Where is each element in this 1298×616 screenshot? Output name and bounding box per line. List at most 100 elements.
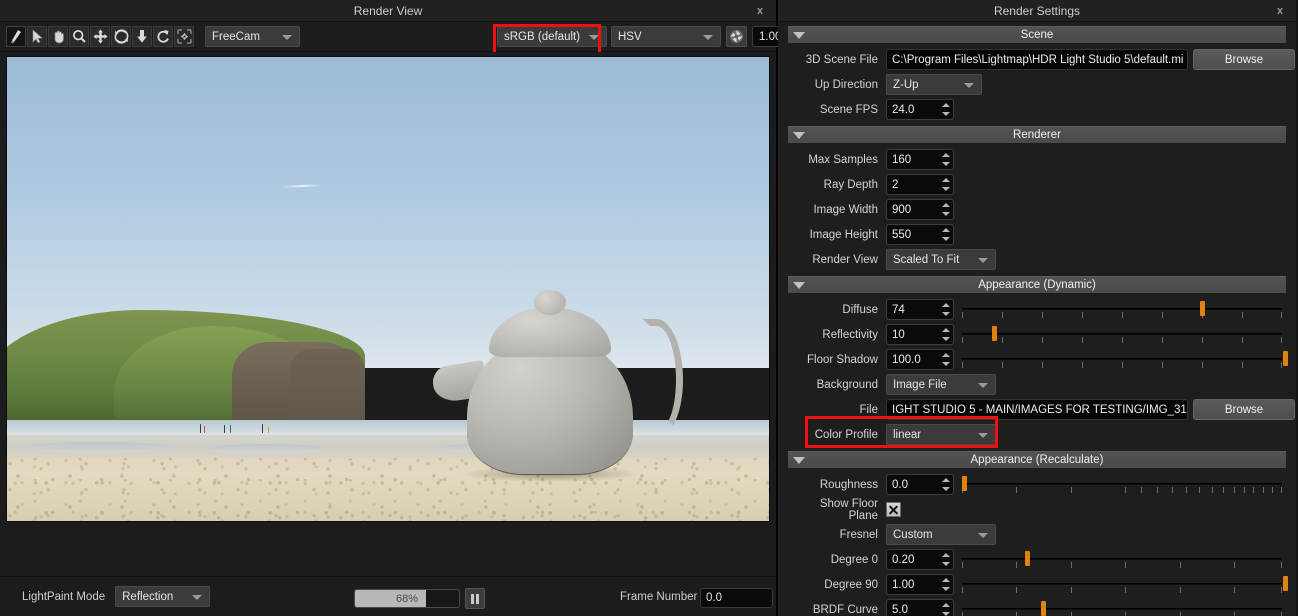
lightpaint-mode-select[interactable]: Reflection	[115, 586, 211, 607]
up-direction-select[interactable]: Z-Up	[886, 74, 982, 95]
section-header-scene[interactable]: Scene	[788, 26, 1286, 43]
floor-shadow-input[interactable]: 100.0	[886, 349, 954, 370]
spinner-down-icon[interactable]	[941, 237, 950, 241]
fit-to-view-tool-button[interactable]	[174, 26, 194, 47]
brush-tool-button[interactable]	[6, 26, 26, 47]
spinner-up-icon[interactable]	[941, 553, 950, 557]
spinner-down-icon[interactable]	[941, 312, 950, 316]
aperture-button[interactable]	[726, 26, 747, 47]
row-image-height: Image Height 550	[788, 222, 1286, 247]
brdf-curve-spinners[interactable]	[940, 601, 951, 616]
slider-thumb[interactable]	[962, 476, 967, 491]
pause-render-button[interactable]	[465, 588, 485, 609]
select-arrow-tool-button[interactable]	[27, 26, 47, 47]
scene-fps-spinners[interactable]	[940, 101, 951, 118]
slider-thumb[interactable]	[1282, 576, 1288, 591]
spinner-down-icon[interactable]	[941, 187, 950, 191]
collapse-triangle-icon[interactable]	[793, 457, 805, 464]
slider-thumb[interactable]	[1200, 301, 1206, 316]
browse-background-file-button[interactable]: Browse	[1193, 399, 1295, 420]
spinner-down-icon[interactable]	[941, 562, 950, 566]
collapse-triangle-icon[interactable]	[793, 282, 805, 289]
spinner-up-icon[interactable]	[941, 578, 950, 582]
reflectivity-slider[interactable]	[962, 324, 1286, 345]
spinner-down-icon[interactable]	[941, 212, 950, 216]
spinner-up-icon[interactable]	[941, 178, 950, 182]
background-select[interactable]: Image File	[886, 374, 996, 395]
section-header-appearance-dynamic[interactable]: Appearance (Dynamic)	[788, 276, 1286, 293]
diffuse-slider[interactable]	[962, 299, 1286, 320]
color-profile-select[interactable]: linear	[886, 424, 996, 445]
spinner-up-icon[interactable]	[941, 228, 950, 232]
render-view-close-button[interactable]: x	[752, 0, 768, 22]
degree-90-slider[interactable]	[962, 574, 1288, 595]
spinner-up-icon[interactable]	[941, 328, 950, 332]
degree-0-slider[interactable]	[962, 549, 1286, 570]
roughness-input[interactable]: 0.0	[886, 474, 954, 495]
slider-thumb[interactable]	[1025, 551, 1031, 566]
spinner-down-icon[interactable]	[941, 112, 950, 116]
color-space-select[interactable]: sRGB (default)	[497, 26, 607, 47]
diffuse-spinners[interactable]	[940, 301, 951, 318]
background-file-input[interactable]: IGHT STUDIO 5 - MAIN/IMAGES FOR TESTING/…	[886, 399, 1188, 420]
degree-0-input[interactable]: 0.20	[886, 549, 954, 570]
browse-3d-scene-file-button[interactable]: Browse	[1193, 49, 1295, 70]
slider-thumb[interactable]	[991, 326, 997, 341]
degree-90-input[interactable]: 1.00	[886, 574, 954, 595]
fresnel-select[interactable]: Custom	[886, 524, 996, 545]
ray-depth-input[interactable]: 2	[886, 174, 954, 195]
spinner-up-icon[interactable]	[941, 353, 950, 357]
diffuse-input[interactable]: 74	[886, 299, 954, 320]
max-samples-spinners[interactable]	[940, 151, 951, 168]
scene-fps-input[interactable]: 24.0	[886, 99, 954, 120]
zoom-magnifier-tool-button[interactable]	[69, 26, 89, 47]
floor-shadow-spinners[interactable]	[940, 351, 951, 368]
roughness-spinners[interactable]	[940, 476, 951, 493]
section-header-appearance-recalculate[interactable]: Appearance (Recalculate)	[788, 451, 1286, 468]
show-floor-plane-checkbox[interactable]	[886, 502, 901, 517]
ray-depth-spinners[interactable]	[940, 176, 951, 193]
orbit-tool-button[interactable]	[111, 26, 131, 47]
rotate-tool-button[interactable]	[153, 26, 173, 47]
render-canvas-area[interactable]	[0, 52, 776, 576]
degree-0-spinners[interactable]	[940, 551, 951, 568]
slider-thumb[interactable]	[1282, 351, 1288, 366]
spinner-down-icon[interactable]	[941, 612, 950, 616]
spinner-up-icon[interactable]	[941, 478, 950, 482]
image-width-input[interactable]: 900	[886, 199, 954, 220]
image-height-spinners[interactable]	[940, 226, 951, 243]
frame-number-field[interactable]: 0.0	[700, 588, 773, 608]
spinner-down-icon[interactable]	[941, 337, 950, 341]
drop-tool-button[interactable]	[132, 26, 152, 47]
max-samples-input[interactable]: 160	[886, 149, 954, 170]
move-tool-button[interactable]	[90, 26, 110, 47]
roughness-slider[interactable]	[962, 474, 1286, 495]
spinner-down-icon[interactable]	[941, 162, 950, 166]
collapse-triangle-icon[interactable]	[793, 132, 805, 139]
brdf-curve-input[interactable]: 5.0	[886, 599, 954, 616]
image-width-spinners[interactable]	[940, 201, 951, 218]
spinner-down-icon[interactable]	[941, 587, 950, 591]
spinner-down-icon[interactable]	[941, 487, 950, 491]
spinner-up-icon[interactable]	[941, 153, 950, 157]
collapse-triangle-icon[interactable]	[793, 32, 805, 39]
spinner-down-icon[interactable]	[941, 362, 950, 366]
render-settings-close-button[interactable]: x	[1272, 0, 1288, 22]
3d-scene-file-input[interactable]: C:\Program Files\Lightmap\HDR Light Stud…	[886, 49, 1188, 70]
spinner-up-icon[interactable]	[941, 603, 950, 607]
reflectivity-input[interactable]: 10	[886, 324, 954, 345]
color-model-select[interactable]: HSV	[611, 26, 721, 47]
degree-90-spinners[interactable]	[940, 576, 951, 593]
section-header-renderer[interactable]: Renderer	[788, 126, 1286, 143]
pan-hand-tool-button[interactable]	[48, 26, 68, 47]
reflectivity-spinners[interactable]	[940, 326, 951, 343]
image-height-input[interactable]: 550	[886, 224, 954, 245]
spinner-up-icon[interactable]	[941, 103, 950, 107]
slider-thumb[interactable]	[1041, 601, 1047, 616]
render-view-select[interactable]: Scaled To Fit	[886, 249, 996, 270]
brdf-curve-slider[interactable]	[962, 599, 1286, 616]
floor-shadow-slider[interactable]	[962, 349, 1288, 370]
spinner-up-icon[interactable]	[941, 303, 950, 307]
spinner-up-icon[interactable]	[941, 203, 950, 207]
camera-select[interactable]: FreeCam	[205, 26, 300, 47]
